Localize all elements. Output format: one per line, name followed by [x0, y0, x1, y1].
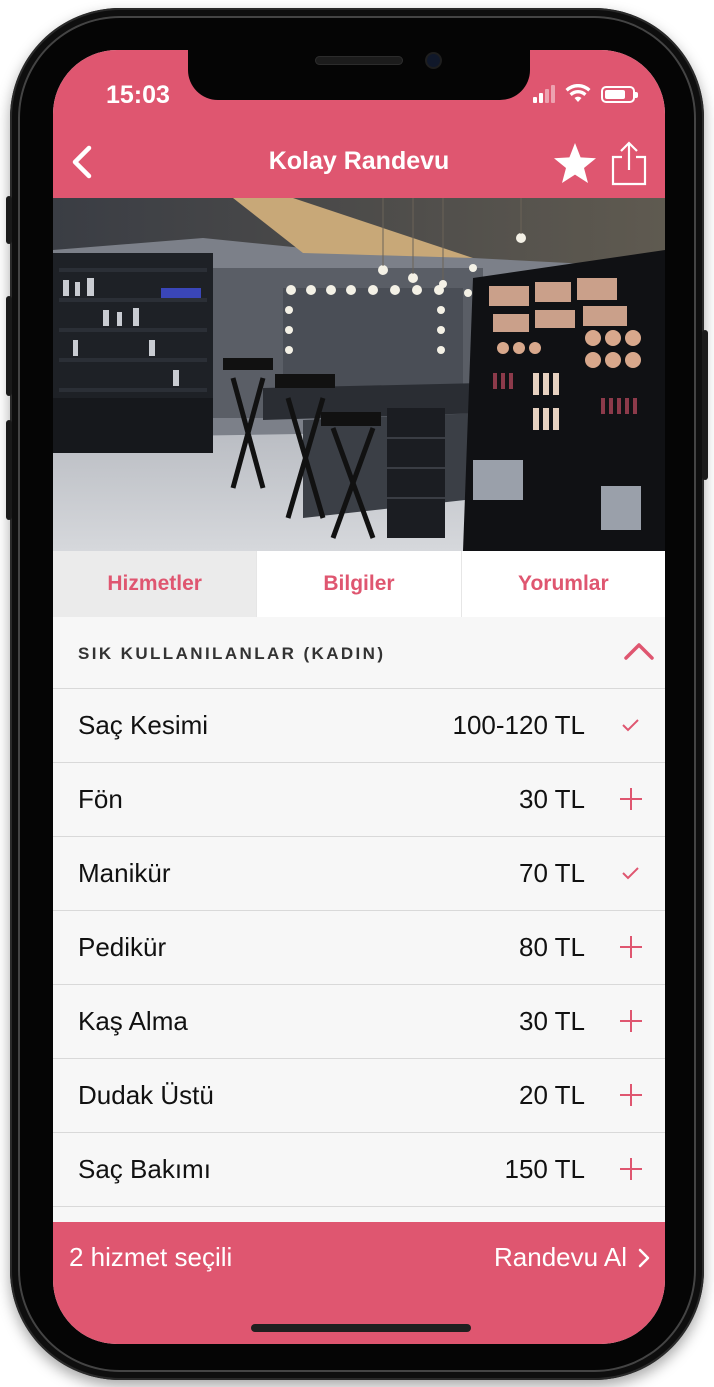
device-notch — [188, 50, 530, 100]
phone-volume-down — [6, 420, 12, 520]
salon-photo — [53, 198, 665, 551]
service-name: Manikür — [78, 858, 171, 888]
star-icon[interactable] — [552, 141, 598, 187]
wifi-icon — [565, 84, 591, 102]
service-price: 20 TL — [518, 1080, 585, 1110]
phone-power-button — [702, 330, 708, 480]
section-title: SIK KULLANILANLAR (KADIN) — [78, 644, 386, 663]
service-row[interactable]: Dudak Üstü 20 TL — [53, 1059, 665, 1133]
checkmark-icon[interactable] — [617, 859, 645, 887]
plus-icon[interactable] — [617, 785, 645, 813]
segment-tabs: Hizmetler Bilgiler Yorumlar — [53, 551, 665, 618]
service-row[interactable]: Saç Bakımı 150 TL — [53, 1133, 665, 1207]
service-price: 150 TL — [504, 1154, 585, 1184]
service-price: 30 TL — [518, 1006, 585, 1036]
tab-bilgiler[interactable]: Bilgiler — [256, 551, 460, 617]
service-row[interactable]: Pedikür 80 TL — [53, 911, 665, 985]
salon-interior-illustration — [53, 198, 665, 551]
service-name: Kaş Alma — [78, 1006, 188, 1036]
service-row[interactable]: Fön 30 TL — [53, 763, 665, 837]
service-row[interactable]: Manikür 70 TL — [53, 837, 665, 911]
app-screen: 15:03 Kolay Randevu Hizmetler Bilgiler Y… — [53, 50, 665, 1344]
tab-hizmetler[interactable]: Hizmetler — [53, 551, 257, 617]
phone-side-button — [6, 196, 12, 244]
service-price: 100-120 TL — [452, 710, 585, 740]
cellular-signal-icon — [533, 85, 555, 103]
status-icons — [533, 84, 638, 104]
selected-count: 2 hizmet seçili — [69, 1242, 233, 1272]
phone-volume-up — [6, 296, 12, 396]
chevron-right-icon — [638, 1248, 650, 1267]
speaker-grille — [315, 56, 403, 65]
service-list: Saç Kesimi 100-120 TL Fön 30 TL Manikür … — [53, 689, 665, 1207]
service-price: 80 TL — [518, 932, 585, 962]
checkmark-icon[interactable] — [617, 711, 645, 739]
plus-icon[interactable] — [617, 1155, 645, 1183]
battery-icon — [601, 85, 638, 103]
section-header[interactable]: SIK KULLANILANLAR (KADIN) — [53, 617, 665, 689]
tab-yorumlar[interactable]: Yorumlar — [460, 551, 665, 617]
plus-icon[interactable] — [617, 1081, 645, 1109]
front-camera — [427, 54, 440, 67]
plus-icon[interactable] — [617, 933, 645, 961]
service-price: 30 TL — [518, 784, 585, 814]
service-row[interactable]: Saç Kesimi 100-120 TL — [53, 689, 665, 763]
chevron-up-icon[interactable] — [623, 639, 655, 663]
book-appointment-button[interactable]: Randevu Al — [494, 1242, 651, 1273]
service-name: Dudak Üstü — [78, 1080, 214, 1110]
share-icon[interactable] — [609, 140, 649, 186]
status-time: 15:03 — [106, 81, 170, 109]
service-name: Fön — [78, 784, 123, 814]
service-row[interactable]: Kaş Alma 30 TL — [53, 985, 665, 1059]
service-name: Saç Bakımı — [78, 1154, 211, 1184]
book-appointment-label: Randevu Al — [494, 1242, 627, 1272]
home-indicator[interactable] — [251, 1324, 471, 1332]
service-price: 70 TL — [518, 858, 585, 888]
service-name: Pedikür — [78, 932, 167, 962]
service-name: Saç Kesimi — [78, 710, 209, 740]
plus-icon[interactable] — [617, 1007, 645, 1035]
